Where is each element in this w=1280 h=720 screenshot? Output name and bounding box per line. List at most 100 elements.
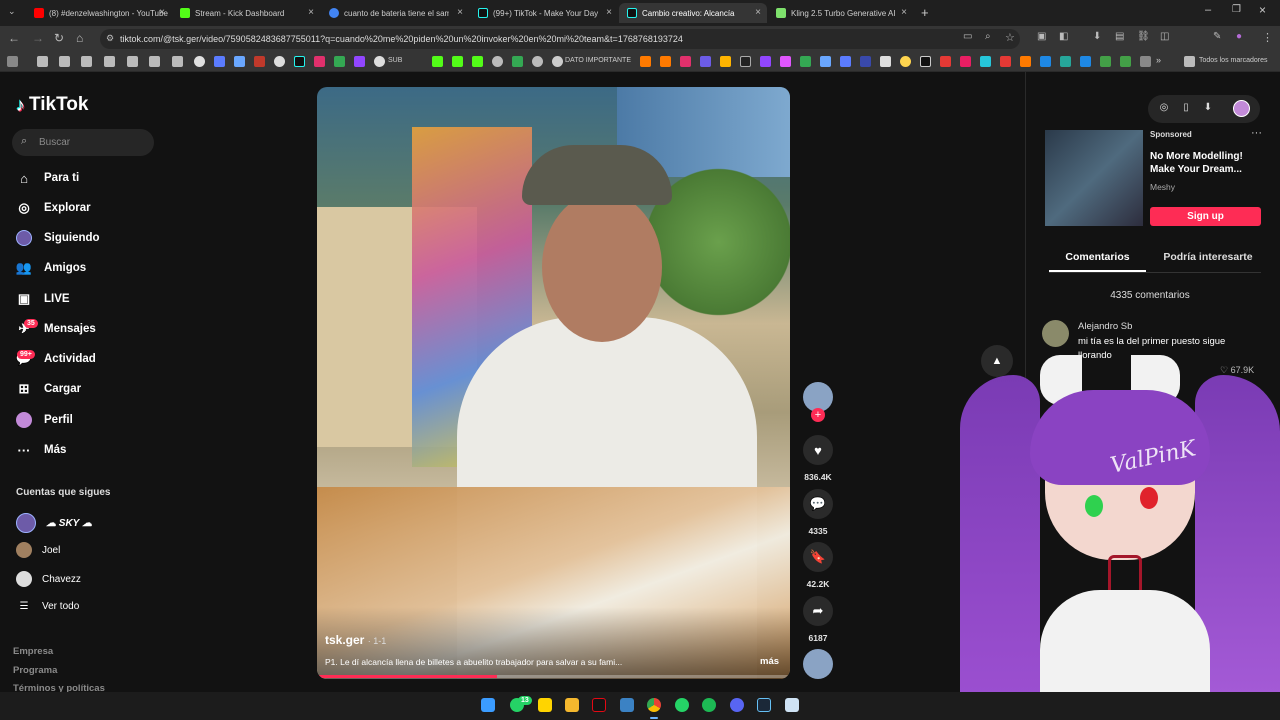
nav-live[interactable]: ▣ LIVE xyxy=(16,289,70,309)
profile-avatar-icon[interactable]: ● xyxy=(1236,31,1242,42)
cast-icon[interactable]: ▭ xyxy=(963,31,972,42)
close-window-icon[interactable]: × xyxy=(1259,3,1266,17)
bookmark-favicon[interactable] xyxy=(432,56,443,67)
reload-icon[interactable]: ↻ xyxy=(54,31,64,45)
downloads-icon[interactable]: ⬇ xyxy=(1093,31,1101,42)
home-icon[interactable]: ⌂ xyxy=(76,31,83,45)
bookmark-favicon[interactable] xyxy=(880,56,891,67)
ad-options-icon[interactable]: ··· xyxy=(1251,127,1262,139)
footer-link-programa[interactable]: Programa xyxy=(13,665,57,676)
bookmark-favicon[interactable] xyxy=(1060,56,1071,67)
minimize-icon[interactable]: – xyxy=(1205,4,1211,16)
bookmark-favicon[interactable] xyxy=(740,56,751,67)
bookmark-favicon[interactable] xyxy=(940,56,951,67)
bookmark-favicon[interactable] xyxy=(294,56,305,67)
bookmark-favicon[interactable] xyxy=(1000,56,1011,67)
bookmark-favicon[interactable] xyxy=(1020,56,1031,67)
bookmark-favicon[interactable] xyxy=(960,56,971,67)
bookmark-star-icon[interactable]: ☆ xyxy=(1005,31,1015,44)
apps-grid-icon[interactable] xyxy=(7,56,18,67)
bookmark-favicon[interactable] xyxy=(1040,56,1051,67)
bookmark-favicon[interactable] xyxy=(1140,56,1151,67)
maximize-icon[interactable]: ❐ xyxy=(1232,4,1241,15)
following-account[interactable]: Joel xyxy=(16,542,60,558)
url-field[interactable]: ⚙ tiktok.com/@tsk.ger/video/759058248368… xyxy=(100,29,1020,49)
bookmark-favicon[interactable] xyxy=(760,56,771,67)
tab-podria-interesarte[interactable]: Podría interesarte xyxy=(1156,251,1260,263)
notepad-icon[interactable] xyxy=(785,698,799,712)
close-tab-icon[interactable]: × xyxy=(159,7,165,18)
bookmark-favicon[interactable] xyxy=(700,56,711,67)
video-author[interactable]: tsk.ger · 1-1 xyxy=(325,633,386,647)
tab-kling[interactable]: Kling 2.5 Turbo Generative AI M × xyxy=(768,3,913,23)
comment-user[interactable]: Alejandro Sb xyxy=(1078,321,1132,332)
bookmark-favicon[interactable] xyxy=(660,56,671,67)
bookmark-favicon[interactable] xyxy=(920,56,931,67)
chrome-icon[interactable] xyxy=(647,698,661,712)
bookmark-favicon[interactable] xyxy=(214,56,225,67)
bookmark-favicon[interactable] xyxy=(900,56,911,67)
folder-icon[interactable] xyxy=(149,56,160,67)
close-tab-icon[interactable]: × xyxy=(308,7,314,18)
bookmark-favicon[interactable] xyxy=(820,56,831,67)
bookmark-favicon[interactable] xyxy=(274,56,285,67)
all-bookmarks[interactable]: Todos los marcadores xyxy=(1199,57,1267,64)
steam-icon[interactable] xyxy=(757,698,771,712)
pen-icon[interactable]: ✎ xyxy=(1213,31,1221,42)
bookmark-favicon[interactable] xyxy=(452,56,463,67)
reading-list-icon[interactable]: ▤ xyxy=(1115,31,1124,42)
bookmark-favicon[interactable] xyxy=(194,56,205,67)
folder-icon[interactable] xyxy=(59,56,70,67)
bookmark-favicon[interactable] xyxy=(1120,56,1131,67)
download-icon[interactable]: ⬇ xyxy=(1201,102,1215,116)
bookmark-favicon[interactable] xyxy=(640,56,651,67)
nav-mas[interactable]: ··· Más xyxy=(16,440,67,460)
video-player[interactable] xyxy=(317,87,790,679)
ad-thumbnail[interactable] xyxy=(1045,130,1143,226)
site-info-icon[interactable]: ⚙ xyxy=(106,33,114,44)
bookmark-favicon[interactable] xyxy=(314,56,325,67)
zoom-icon[interactable]: ⌕ xyxy=(985,31,991,42)
bookmark-favicon[interactable] xyxy=(492,56,503,67)
close-tab-icon[interactable]: × xyxy=(755,7,761,18)
caption-more-button[interactable]: más xyxy=(760,656,779,667)
tiktok-logo[interactable]: ♪ TikTok xyxy=(16,94,88,116)
nav-amigos[interactable]: 👥 Amigos xyxy=(16,258,86,278)
folder-icon[interactable] xyxy=(104,56,115,67)
bookmark-favicon[interactable] xyxy=(472,56,483,67)
close-tab-icon[interactable]: × xyxy=(901,7,907,18)
bookmark-favicon[interactable] xyxy=(532,56,543,67)
share-button[interactable]: ➦ xyxy=(803,596,833,626)
bookmark-dato-importante[interactable]: DATO IMPORTANTE xyxy=(565,57,631,64)
footer-link-empresa[interactable]: Empresa xyxy=(13,646,53,657)
back-icon[interactable]: ← xyxy=(8,31,20,45)
sound-avatar[interactable] xyxy=(803,649,833,679)
bookmark-favicon[interactable] xyxy=(720,56,731,67)
bookmark-favicon[interactable] xyxy=(354,56,365,67)
ad-title[interactable]: No More Modelling! Make Your Dream... xyxy=(1150,150,1260,176)
nav-cargar[interactable]: ⊞ Cargar xyxy=(16,379,82,399)
user-avatar[interactable] xyxy=(1233,100,1250,117)
see-all-link[interactable]: ☰ Ver todo xyxy=(16,601,80,612)
device-icon[interactable]: ▯ xyxy=(1179,102,1193,116)
ad-signup-button[interactable]: Sign up xyxy=(1150,207,1261,226)
bookmark-favicon[interactable] xyxy=(780,56,791,67)
windows-start-icon[interactable] xyxy=(481,698,495,712)
whatsapp-app-icon[interactable] xyxy=(675,698,689,712)
bookmark-favicon[interactable] xyxy=(800,56,811,67)
file-explorer-icon[interactable] xyxy=(565,698,579,712)
new-tab-button[interactable]: + xyxy=(921,5,929,20)
close-tab-icon[interactable]: × xyxy=(606,7,612,18)
nav-explorar[interactable]: ◎ Explorar xyxy=(16,198,90,218)
bookmarks-overflow-icon[interactable]: » xyxy=(1156,55,1161,65)
nav-siguiendo[interactable]: Siguiendo xyxy=(16,228,100,248)
tab-active-video[interactable]: Cambio creativo: Alcancía llena × xyxy=(619,3,767,23)
bookmark-favicon[interactable] xyxy=(334,56,345,67)
bookmark-favicon[interactable] xyxy=(234,56,245,67)
menu-dots-icon[interactable]: ⋮ xyxy=(1262,31,1273,44)
photos-icon[interactable] xyxy=(620,698,634,712)
discord-icon[interactable] xyxy=(730,698,744,712)
bookmark-favicon[interactable] xyxy=(512,56,523,67)
tab-tiktok[interactable]: (99+) TikTok - Make Your Day × xyxy=(470,3,618,23)
extension-icon[interactable]: ▣ xyxy=(1037,31,1046,42)
